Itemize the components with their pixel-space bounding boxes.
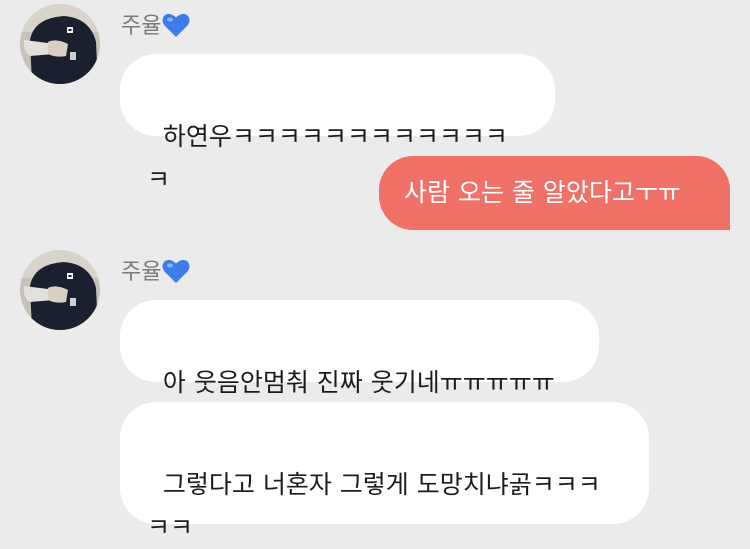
message-bubble[interactable]: 아 웃음안멈춰 진짜 웃기네ㅠㅠㅠㅠㅠ bbox=[120, 300, 599, 397]
sender-name: 주율 bbox=[121, 258, 190, 287]
blue-heart-icon bbox=[162, 13, 190, 37]
sender-avatar[interactable] bbox=[20, 250, 100, 330]
message-text: 그렇다고 너혼자 그렇게 도망치냐곩ㅋㅋㅋㅋㅋ bbox=[147, 470, 601, 542]
sender-name: 주율 bbox=[121, 12, 190, 41]
blue-heart-icon bbox=[162, 259, 190, 283]
profile-photo-icon bbox=[20, 250, 100, 330]
message-text: 사람 오는 줄 알았다고ㅜㅠ bbox=[404, 178, 681, 207]
outgoing-message-bubble[interactable]: 사람 오는 줄 알았다고ㅜㅠ bbox=[379, 156, 730, 230]
message-bubble[interactable]: 하연우ㅋㅋㅋㅋㅋㅋㅋㅋㅋㅋㅋㅋㅋ bbox=[120, 54, 555, 194]
message-bubble[interactable]: 그렇다고 너혼자 그렇게 도망치냐곩ㅋㅋㅋㅋㅋ bbox=[120, 402, 649, 542]
profile-photo-icon bbox=[20, 4, 100, 84]
message-text: 아 웃음안멈춰 진짜 웃기네ㅠㅠㅠㅠㅠ bbox=[162, 368, 555, 397]
sender-avatar[interactable] bbox=[20, 4, 100, 84]
